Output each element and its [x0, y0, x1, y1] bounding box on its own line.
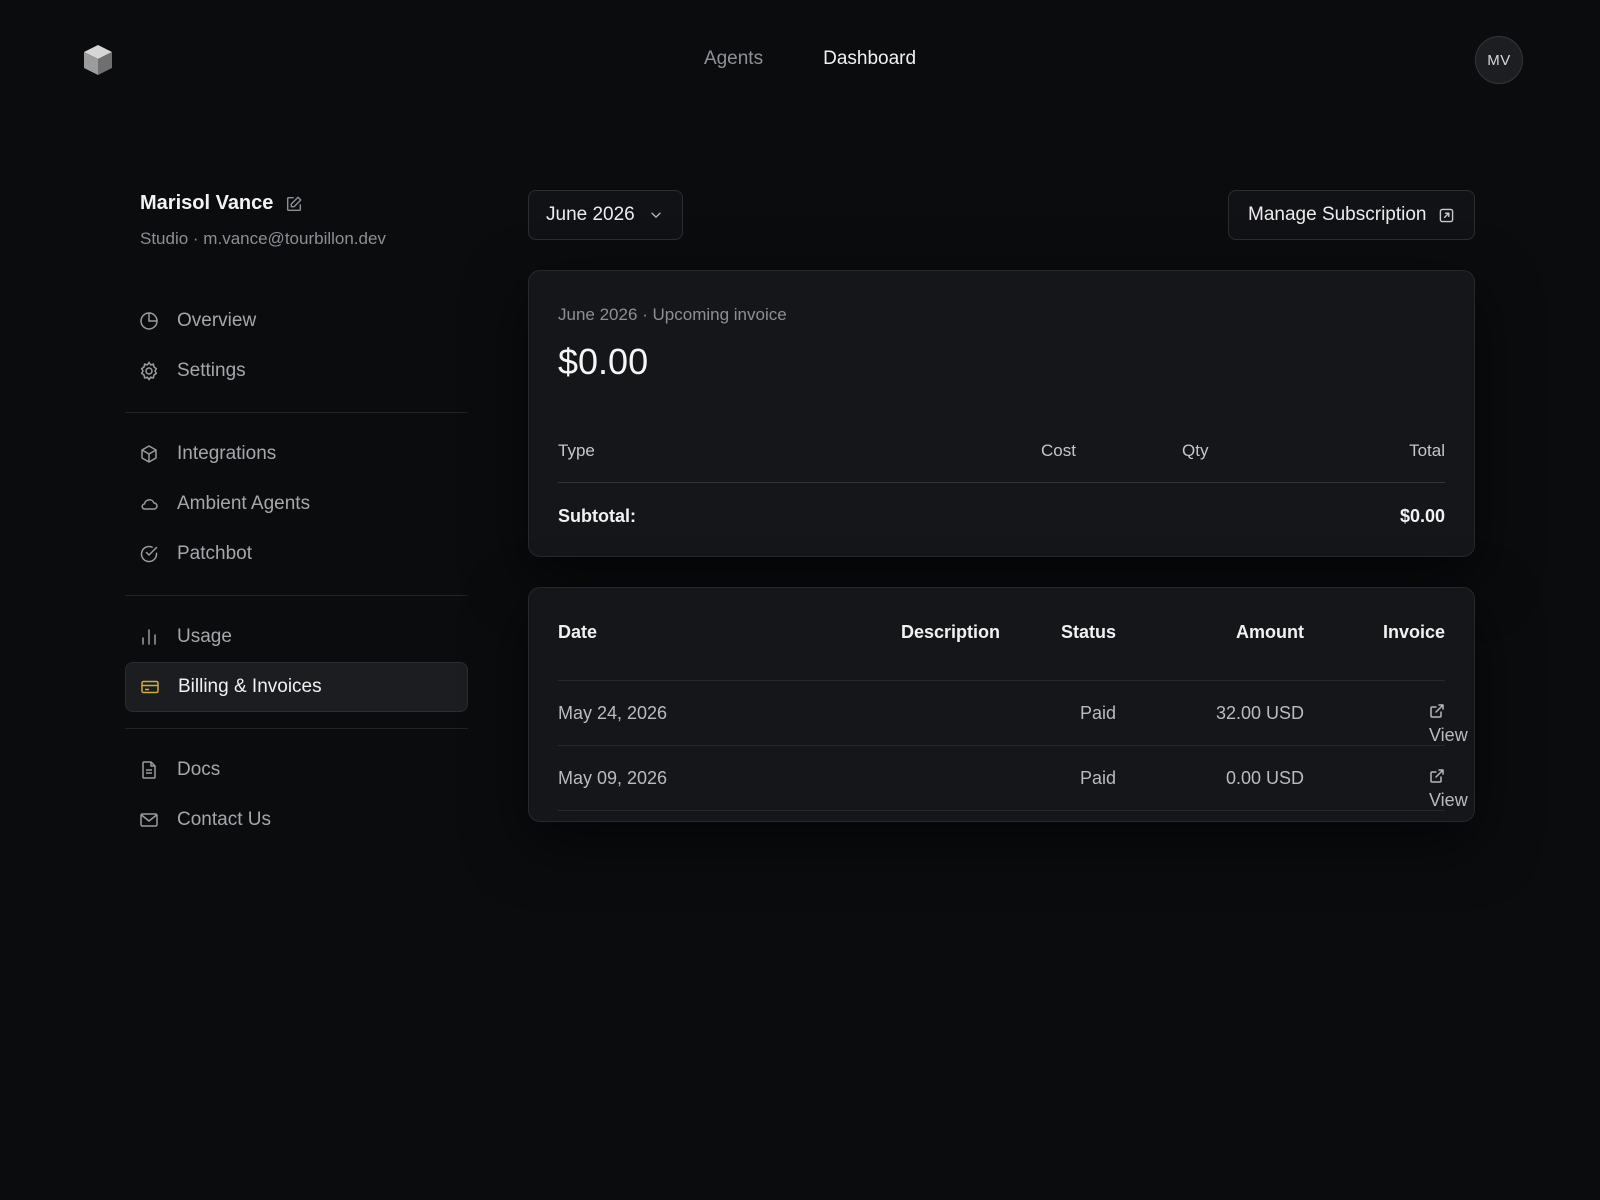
sidebar-item-docs[interactable]: Docs [125, 745, 468, 795]
subtotal-label: Subtotal: [558, 506, 636, 526]
manage-subscription-button[interactable]: Manage Subscription [1228, 190, 1475, 240]
column-cost: Cost [1041, 441, 1076, 460]
external-link-box-icon [1439, 208, 1453, 222]
view-invoice-label: View [1429, 790, 1468, 810]
upcoming-invoice-card: June 2026 · Upcoming invoice $0.00 Type … [528, 270, 1475, 557]
sidebar-item-label: Contact Us [177, 809, 271, 830]
sidebar-item-overview[interactable]: Overview [125, 296, 468, 346]
upcoming-invoice-label: June 2026 · Upcoming invoice [558, 305, 787, 324]
mail-icon [140, 813, 158, 827]
document-icon [142, 761, 156, 779]
divider [558, 482, 1445, 483]
column-description: Description [900, 622, 1000, 642]
upcoming-table-header: Type Cost Qty Total [558, 441, 1445, 473]
column-status: Status [1060, 622, 1116, 642]
history-table-header: Date Description Status Amount Invoice [558, 600, 1445, 664]
column-amount: Amount [1236, 622, 1304, 642]
manage-subscription-label: Manage Subscription [1248, 204, 1427, 225]
row-date: May 09, 2026 [558, 768, 668, 788]
row-amount: 0.00 USD [1225, 768, 1304, 788]
profile-subtitle: Studio · m.vance@tourbillon.dev [140, 229, 386, 248]
view-invoice-label: View [1429, 725, 1468, 745]
top-bar: Agents Dashboard MV [0, 0, 1600, 120]
sidebar-item-label: Settings [177, 360, 246, 381]
main-nav: Agents Dashboard [0, 48, 1600, 70]
month-select[interactable]: June 2026 [528, 190, 683, 240]
external-link-icon [1430, 769, 1444, 783]
invoice-history-card: Date Description Status Amount Invoice M… [528, 587, 1475, 822]
credit-card-icon [141, 680, 159, 694]
cloud-icon [141, 499, 158, 510]
row-date: May 24, 2026 [558, 703, 668, 723]
sidebar-item-label: Docs [177, 759, 221, 780]
chevron-down-icon [651, 212, 661, 218]
sidebar-item-ambient-agents[interactable]: Ambient Agents [125, 479, 468, 529]
table-row: May 24, 2026 Paid 32.00 USD View [558, 681, 1468, 745]
sidebar-divider [125, 595, 468, 596]
check-circle-icon [140, 545, 158, 563]
sidebar-item-label: Overview [177, 310, 257, 331]
sidebar-item-label: Patchbot [177, 543, 252, 564]
sidebar-item-label: Usage [177, 626, 232, 647]
table-row: May 09, 2026 Paid 0.00 USD View [558, 746, 1468, 810]
column-qty: Qty [1182, 441, 1209, 460]
billing-page: Agents Dashboard MV Marisol Vance Studio… [0, 0, 1600, 1200]
row-amount: 32.00 USD [1215, 703, 1304, 723]
bar-chart-icon [142, 629, 156, 645]
divider [558, 810, 1445, 811]
column-type: Type [558, 441, 595, 460]
profile-header: Marisol Vance Studio · m.vance@tourbillo… [140, 192, 386, 249]
tab-agents[interactable]: Agents [684, 48, 763, 70]
sidebar-item-contact-us[interactable]: Contact Us [125, 795, 468, 845]
gear-icon [140, 361, 158, 381]
sidebar-item-usage[interactable]: Usage [125, 612, 468, 662]
sidebar-divider [125, 728, 468, 729]
column-invoice: Invoice [1382, 622, 1445, 642]
edit-icon[interactable] [285, 195, 303, 213]
view-invoice-link[interactable]: View [1429, 768, 1468, 810]
column-date: Date [558, 622, 598, 642]
month-select-value: June 2026 [546, 204, 635, 225]
profile-name: Marisol Vance [140, 192, 274, 214]
view-invoice-link[interactable]: View [1429, 703, 1468, 745]
upcoming-invoice-amount: $0.00 [558, 341, 649, 382]
cube-icon [141, 445, 157, 463]
sidebar-item-label: Ambient Agents [177, 493, 311, 514]
sidebar-divider [125, 412, 468, 413]
sidebar-item-patchbot[interactable]: Patchbot [125, 529, 468, 579]
column-total: Total [1409, 441, 1445, 460]
sidebar-item-integrations[interactable]: Integrations [125, 429, 468, 479]
row-status: Paid [1079, 703, 1116, 723]
external-link-icon [1430, 704, 1444, 718]
subtotal-value: $0.00 [1399, 506, 1445, 526]
pie-chart-icon [140, 312, 158, 330]
row-status: Paid [1079, 768, 1116, 788]
subtotal-row: Subtotal: $0.00 [558, 506, 1445, 527]
sidebar: Overview Settings Integrations Ambient A… [125, 296, 468, 845]
sidebar-item-settings[interactable]: Settings [125, 346, 468, 396]
sidebar-item-label: Integrations [177, 443, 277, 464]
tab-dashboard[interactable]: Dashboard [803, 48, 916, 70]
avatar[interactable]: MV [1475, 36, 1523, 84]
sidebar-item-billing-invoices[interactable]: Billing & Invoices [125, 662, 468, 712]
sidebar-item-label: Billing & Invoices [178, 676, 322, 697]
